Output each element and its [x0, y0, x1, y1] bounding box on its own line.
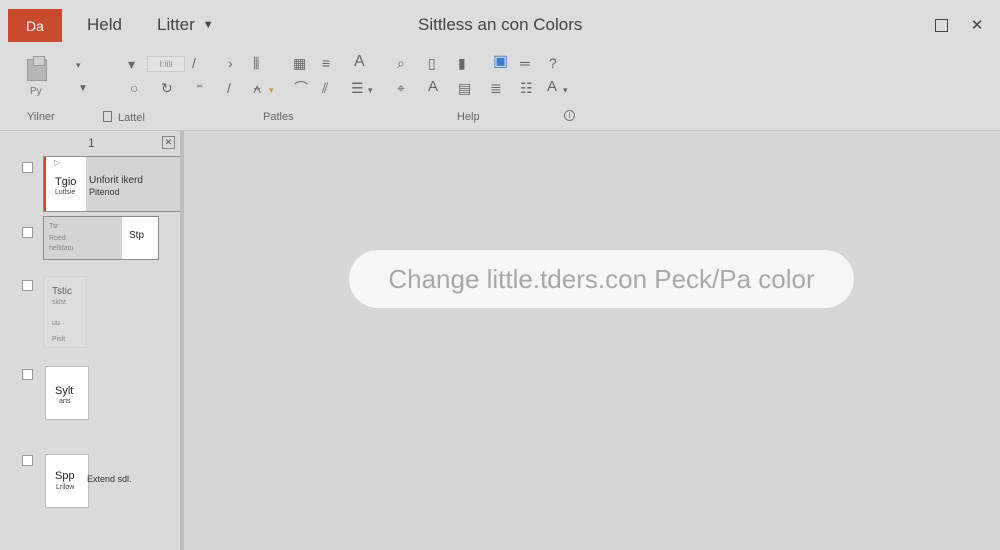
- font-size-dropdown-icon[interactable]: ▾: [563, 83, 568, 97]
- document-title: Sittless an con Colors: [418, 15, 583, 34]
- slide-subtitle: Lrilow: [56, 484, 75, 491]
- slide-thumbnail-2[interactable]: Tsr Roed helldatu Stp: [43, 216, 159, 260]
- slide-image: Stp: [122, 217, 158, 259]
- slide-thumbnail-5[interactable]: Spp Lrilow: [45, 454, 89, 508]
- slide-thumbnail-1[interactable]: ▷ Tgio Lutlsie Unforit ikerd Pitenod: [43, 156, 187, 212]
- slide-checkbox[interactable]: [22, 280, 33, 291]
- group-label-help: Help: [457, 111, 480, 123]
- slide-thumbnail-4[interactable]: Sylt arts: [45, 366, 89, 420]
- slide-text: Roed: [49, 235, 66, 242]
- tab-held[interactable]: Held: [87, 15, 122, 35]
- link-icon[interactable]: ⌕: [397, 56, 405, 70]
- slide-caption: Pitenod: [89, 187, 120, 197]
- slide-subtitle: Lutlsie: [55, 189, 76, 196]
- document-icon[interactable]: ▯: [428, 56, 436, 70]
- align-center-icon[interactable]: ☷: [520, 81, 533, 95]
- chevron-right-icon[interactable]: ›: [228, 56, 233, 70]
- strike-icon[interactable]: ⁼: [196, 81, 203, 95]
- close-button[interactable]: ✕: [966, 14, 988, 36]
- fill-dropdown-icon[interactable]: ▾: [269, 83, 274, 97]
- font-size-icon[interactable]: A: [547, 79, 557, 94]
- curve-icon[interactable]: ⌒: [294, 81, 308, 95]
- slide-subtitle: arts: [59, 398, 71, 405]
- lines-icon[interactable]: ═: [520, 56, 530, 70]
- maximize-button[interactable]: [930, 14, 952, 36]
- slide-title: Stp: [129, 230, 145, 241]
- group-label-lattel-text: Lattel: [118, 112, 145, 124]
- group-label-patles: Patles: [263, 111, 294, 123]
- tab-litter[interactable]: Litter ▼: [157, 15, 214, 35]
- slide-checkbox[interactable]: [22, 455, 33, 466]
- slide-text: sklst: [52, 299, 66, 306]
- paste-label: Py: [30, 86, 42, 97]
- columns-icon[interactable]: ⫼: [253, 56, 259, 70]
- slide-title: Tgio: [55, 176, 77, 188]
- slide-caption: Extend sdl.: [87, 474, 132, 484]
- dropdown-arrow-icon[interactable]: ▼: [78, 82, 88, 96]
- slide-thumbnail-pane: 1 ✕ ▷ Tgio Lutlsie Unforit ikerd Pitenod…: [0, 131, 187, 550]
- selection-accent: [44, 157, 46, 211]
- shape-icon[interactable]: ⌖: [397, 81, 405, 95]
- group-label-lattel: Lattel: [103, 111, 145, 124]
- align-icon[interactable]: ≡: [322, 56, 330, 70]
- slide-image: ▷ Tgio Lutlsie: [44, 157, 86, 211]
- slide-text: Tsr: [49, 223, 59, 230]
- slide-text: helldatu: [49, 245, 74, 252]
- lasso-icon[interactable]: ○: [130, 81, 138, 95]
- chart-icon[interactable]: ▮: [458, 56, 466, 70]
- justify-icon[interactable]: ≣: [490, 81, 502, 95]
- paste-icon[interactable]: [27, 56, 47, 81]
- paragraph-dropdown-icon[interactable]: ▾: [368, 83, 373, 97]
- slide-canvas[interactable]: Change little.tders.con Peck/Pa color: [184, 131, 1000, 550]
- table-icon[interactable]: ▦: [293, 56, 306, 70]
- maximize-icon: [934, 18, 948, 32]
- slide-number: 1: [88, 136, 95, 150]
- app-badge[interactable]: Da: [8, 9, 62, 42]
- bullet-list-icon[interactable]: ▾: [128, 57, 135, 71]
- tab-litter-label: Litter: [157, 15, 195, 34]
- refresh-icon[interactable]: ↻: [161, 81, 173, 95]
- slide-caption: Unforit ikerd: [89, 175, 143, 186]
- tab-held-label: Held: [87, 15, 122, 34]
- slide-checkbox[interactable]: [22, 369, 33, 380]
- page-icon: [103, 111, 112, 122]
- font-name-box[interactable]: I:iili: [147, 56, 185, 72]
- group-label-yilner: Yilner: [27, 111, 55, 123]
- slide-checkbox[interactable]: [22, 162, 33, 173]
- slide-text: uu: [52, 320, 60, 327]
- pen-icon[interactable]: /: [192, 56, 196, 70]
- dropdown-arrow-icon[interactable]: ▾: [76, 58, 81, 72]
- slide-title: Tstic: [52, 286, 72, 297]
- text-a-icon[interactable]: A: [428, 79, 438, 94]
- slide-thumbnail-3[interactable]: Tstic sklst uu Pislt: [43, 276, 87, 348]
- slide-title: Spp: [55, 470, 75, 482]
- info-icon[interactable]: i: [564, 110, 575, 121]
- canvas-hint: Change little.tders.con Peck/Pa color: [349, 250, 854, 308]
- slide-text: Pislt: [52, 336, 66, 343]
- italic-icon[interactable]: ⫽: [322, 81, 328, 95]
- pane-close-button[interactable]: ✕: [162, 136, 175, 149]
- picture-icon[interactable]: ▣: [493, 54, 508, 70]
- fill-color-icon[interactable]: ⍲: [253, 81, 261, 95]
- paragraph-icon[interactable]: ☰: [351, 81, 364, 95]
- ribbon: Py ▾ ▼ ▾ I:iili / › ⫼ ▦ ≡ A ⌕ ▯ ▮ ▣ ═ ? …: [0, 50, 1000, 131]
- layout-icon[interactable]: ▤: [458, 81, 471, 95]
- title-bar: Da Held Litter ▼ Sittless an con Colors ✕: [0, 0, 1000, 50]
- line-icon[interactable]: /: [227, 81, 231, 95]
- chevron-down-icon: ▼: [202, 19, 214, 31]
- slide-checkbox[interactable]: [22, 227, 33, 238]
- play-icon: ▷: [54, 158, 61, 167]
- slide-title: Sylt: [55, 385, 74, 397]
- close-icon: ✕: [970, 17, 984, 34]
- font-icon[interactable]: A: [354, 54, 365, 70]
- question-icon[interactable]: ?: [549, 56, 557, 70]
